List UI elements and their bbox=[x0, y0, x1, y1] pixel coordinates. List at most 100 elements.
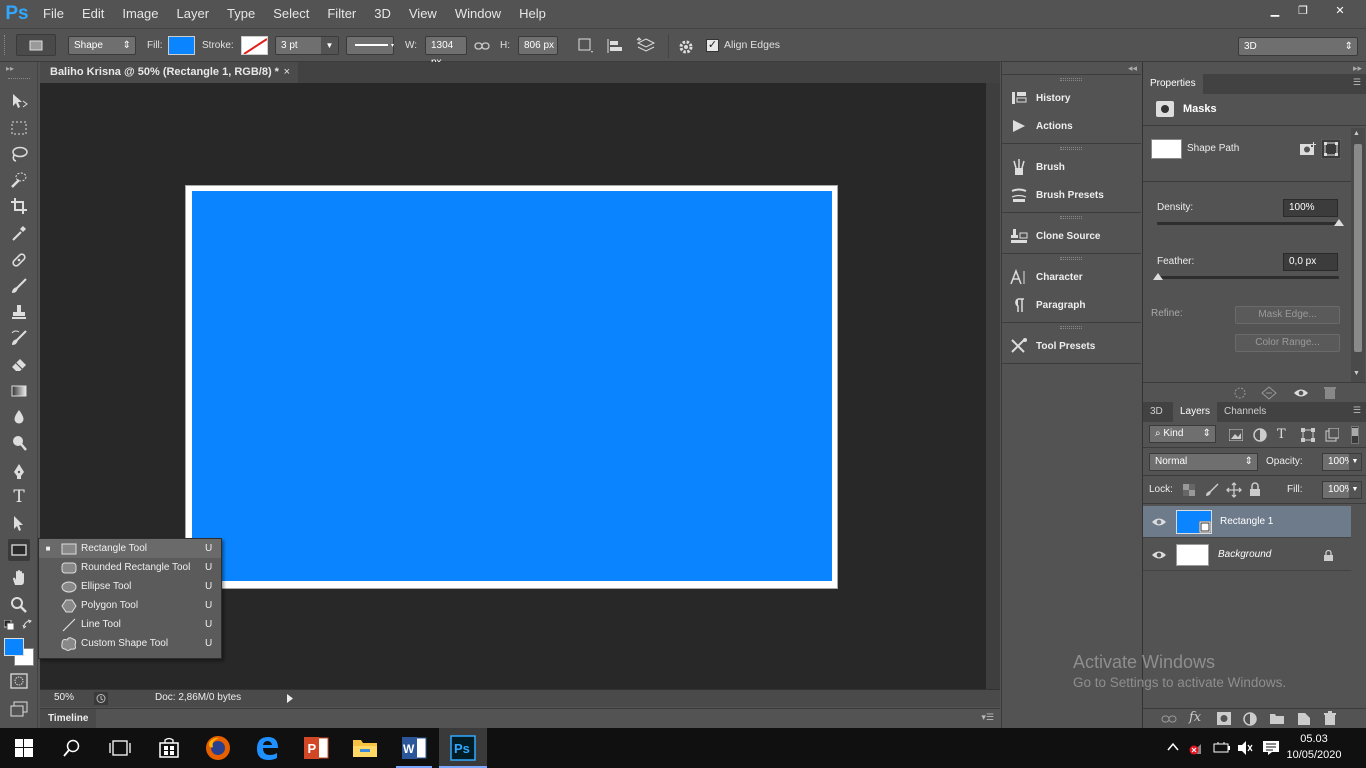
timeline-panel-tab[interactable]: Timeline ▾☰ bbox=[40, 708, 1000, 728]
add-layer-mask-icon[interactable] bbox=[1217, 712, 1231, 725]
menu-edit[interactable]: Edit bbox=[73, 0, 113, 28]
feather-slider[interactable] bbox=[1157, 276, 1339, 279]
status-menu-arrow-icon[interactable] bbox=[286, 693, 294, 704]
lock-all-icon[interactable] bbox=[1249, 482, 1261, 497]
expand-arrows-icon[interactable]: ▸▸ bbox=[1353, 63, 1362, 74]
flyout-rounded-rectangle-tool[interactable]: Rounded Rectangle Tool U bbox=[39, 558, 221, 577]
screen-mode-button[interactable] bbox=[8, 698, 30, 720]
menu-3d[interactable]: 3D bbox=[365, 0, 400, 28]
dock-brush-presets[interactable]: Brush Presets bbox=[1002, 181, 1141, 209]
layer-row-rectangle-1[interactable]: Rectangle 1 bbox=[1143, 506, 1351, 538]
notifications-icon[interactable] bbox=[1262, 740, 1280, 756]
mode-select[interactable]: Shape ⇕ bbox=[68, 36, 136, 55]
mask-edge-button[interactable]: Mask Edge... bbox=[1235, 306, 1340, 324]
link-layers-icon[interactable] bbox=[1161, 714, 1177, 724]
battery-icon[interactable] bbox=[1213, 741, 1231, 755]
rectangle-tool[interactable] bbox=[8, 539, 30, 561]
fx-icon[interactable]: fx bbox=[1189, 710, 1201, 725]
eye-icon[interactable] bbox=[1151, 549, 1167, 561]
density-slider-thumb[interactable] bbox=[1334, 219, 1344, 227]
volume-muted-icon[interactable] bbox=[1237, 740, 1253, 756]
zoom-tool[interactable] bbox=[8, 594, 30, 616]
stroke-width-field[interactable]: 3 pt ▼ bbox=[275, 36, 339, 55]
delete-mask-icon[interactable] bbox=[1323, 386, 1337, 400]
density-field[interactable]: 100% bbox=[1283, 199, 1338, 217]
stroke-swatch[interactable] bbox=[241, 36, 268, 55]
align-edges-checkbox[interactable]: ✓ bbox=[706, 39, 719, 52]
fill-field[interactable]: 100% ▼ bbox=[1322, 481, 1362, 499]
type-layer-filter-icon[interactable]: T bbox=[1277, 427, 1286, 442]
taskbar-file-explorer[interactable] bbox=[341, 728, 389, 768]
dock-paragraph[interactable]: Paragraph bbox=[1002, 291, 1141, 319]
default-colors-icon[interactable] bbox=[4, 620, 15, 631]
menu-help[interactable]: Help bbox=[510, 0, 555, 28]
clone-stamp-tool[interactable] bbox=[8, 301, 30, 323]
menu-view[interactable]: View bbox=[400, 0, 446, 28]
chevron-up-icon[interactable] bbox=[1167, 742, 1179, 752]
flyout-custom-shape-tool[interactable]: Custom Shape Tool U bbox=[39, 634, 221, 653]
eyedropper-tool[interactable] bbox=[8, 222, 30, 244]
menu-layer[interactable]: Layer bbox=[168, 0, 219, 28]
pen-tool[interactable] bbox=[8, 460, 30, 482]
dock-history[interactable]: History bbox=[1002, 84, 1141, 112]
dock-character[interactable]: Character bbox=[1002, 263, 1141, 291]
type-tool[interactable]: T bbox=[8, 486, 30, 508]
close-tab-icon[interactable]: × bbox=[284, 62, 290, 83]
restore-button[interactable]: ❐ bbox=[1286, 0, 1320, 20]
path-selection-tool[interactable] bbox=[8, 512, 30, 534]
menu-file[interactable]: File bbox=[34, 0, 73, 28]
close-button[interactable]: ✕ bbox=[1320, 0, 1360, 20]
layer-name[interactable]: Background bbox=[1218, 549, 1271, 560]
search-button[interactable] bbox=[48, 728, 96, 768]
workspace-select[interactable]: 3D ⇕ bbox=[1238, 37, 1358, 56]
gear-icon[interactable] bbox=[677, 38, 695, 56]
smart-object-filter-icon[interactable] bbox=[1325, 428, 1339, 442]
menu-type[interactable]: Type bbox=[218, 0, 264, 28]
dock-actions[interactable]: Actions bbox=[1002, 112, 1141, 140]
tool-preset-picker[interactable] bbox=[16, 34, 56, 56]
delete-layer-icon[interactable] bbox=[1323, 711, 1337, 726]
kind-filter-select[interactable]: ⌕ Kind ⇕ bbox=[1149, 425, 1216, 443]
fill-swatch[interactable] bbox=[168, 36, 195, 55]
tab-3d[interactable]: 3D bbox=[1143, 402, 1170, 422]
clock-date[interactable]: 10/05/2020 bbox=[1284, 749, 1344, 761]
quick-selection-tool[interactable] bbox=[8, 169, 30, 191]
link-icon[interactable] bbox=[474, 41, 490, 51]
menu-select[interactable]: Select bbox=[264, 0, 318, 28]
layer-row-background[interactable]: Background bbox=[1143, 539, 1351, 571]
dock-tool-presets[interactable]: Tool Presets bbox=[1002, 332, 1141, 360]
color-range-button[interactable]: Color Range... bbox=[1235, 334, 1340, 352]
path-alignment-icon[interactable] bbox=[606, 38, 624, 54]
scroll-down-icon[interactable]: ▼ bbox=[1353, 370, 1360, 377]
taskbar-photoshop[interactable]: Ps bbox=[439, 728, 487, 768]
foreground-color-swatch[interactable] bbox=[4, 638, 24, 656]
tab-channels[interactable]: Channels bbox=[1217, 402, 1273, 422]
healing-brush-tool[interactable] bbox=[8, 249, 30, 271]
density-slider[interactable] bbox=[1157, 222, 1339, 225]
flyout-rectangle-tool[interactable]: ■ Rectangle Tool U bbox=[39, 539, 221, 558]
eye-icon[interactable] bbox=[1151, 516, 1167, 528]
rectangle-shape[interactable] bbox=[192, 191, 832, 581]
document-tab[interactable]: Baliho Krisna @ 50% (Rectangle 1, RGB/8)… bbox=[40, 62, 298, 83]
eraser-tool[interactable] bbox=[8, 353, 30, 375]
zoom-level[interactable]: 50% bbox=[54, 692, 74, 703]
tab-layers[interactable]: Layers bbox=[1173, 402, 1218, 422]
menu-filter[interactable]: Filter bbox=[318, 0, 365, 28]
feather-field[interactable]: 0,0 px bbox=[1283, 253, 1338, 271]
menu-window[interactable]: Window bbox=[446, 0, 510, 28]
width-field[interactable]: 1304 px bbox=[425, 36, 467, 68]
taskbar-edge[interactable] bbox=[243, 728, 291, 768]
eye-icon[interactable] bbox=[1293, 387, 1309, 399]
layers-scrollbar[interactable] bbox=[1351, 506, 1366, 706]
menu-image[interactable]: Image bbox=[113, 0, 167, 28]
new-adjustment-layer-icon[interactable] bbox=[1243, 712, 1257, 726]
start-button[interactable] bbox=[0, 728, 48, 768]
scroll-up-icon[interactable]: ▲ bbox=[1353, 130, 1360, 137]
brush-tool[interactable] bbox=[8, 275, 30, 297]
vector-mask-icon[interactable] bbox=[1321, 139, 1341, 159]
lock-pixels-icon[interactable] bbox=[1205, 483, 1219, 497]
dodge-tool[interactable] bbox=[8, 432, 30, 454]
collapse-arrows-icon[interactable]: ◂◂ bbox=[1128, 63, 1137, 74]
new-group-icon[interactable] bbox=[1269, 712, 1285, 725]
load-selection-icon[interactable] bbox=[1233, 387, 1247, 399]
